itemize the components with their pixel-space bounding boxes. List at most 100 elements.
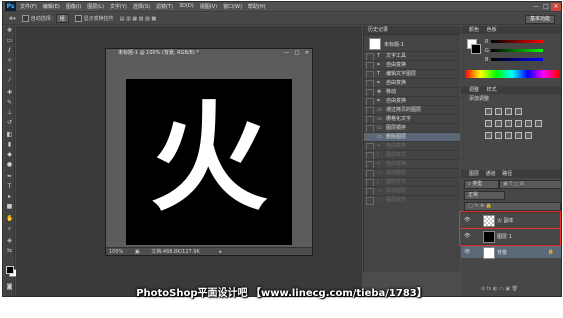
auto-select-label: 自动选择：	[30, 16, 56, 22]
levels-icon[interactable]	[495, 108, 502, 115]
doc-minimize-button[interactable]: —	[284, 50, 289, 56]
workspace-dropdown[interactable]: 基本功能	[524, 15, 555, 24]
maximize-button[interactable]: □	[541, 3, 551, 11]
brightness-icon[interactable]	[485, 108, 492, 115]
history-panel-tab[interactable]: 历史记录	[364, 26, 460, 35]
exposure-icon[interactable]	[515, 108, 522, 115]
eraser-tool-icon[interactable]: ◧	[6, 132, 13, 138]
marquee-tool-icon[interactable]: ▭	[6, 38, 13, 44]
hand-tool-icon[interactable]: ✋	[6, 216, 13, 222]
tab-layers[interactable]: 图层	[469, 171, 479, 177]
menu-item-edit[interactable]: 编辑(E)	[43, 3, 60, 10]
swap-colors-icon[interactable]: ⇆	[6, 248, 13, 254]
menu-item-file[interactable]: 文件(F)	[20, 3, 37, 10]
artwork-canvas[interactable]: 火	[126, 79, 292, 245]
color-balance-icon[interactable]	[505, 120, 512, 127]
color-background-swatch[interactable]	[471, 44, 481, 54]
green-slider[interactable]	[491, 49, 543, 52]
vibrance-icon[interactable]	[485, 120, 492, 127]
doc-maximize-button[interactable]: □	[294, 50, 299, 56]
gradient-map-icon[interactable]	[525, 132, 532, 139]
tab-paths[interactable]: 路径	[502, 171, 512, 177]
show-transform-option[interactable]: 显示变换控件	[74, 15, 114, 22]
menu-item-filter[interactable]: 滤镜(T)	[156, 3, 173, 10]
crop-tool-icon[interactable]: ⌗	[6, 68, 13, 74]
blue-slider[interactable]	[491, 58, 543, 61]
move-tool-icon[interactable]: ✥	[6, 28, 13, 34]
3d-tool-icon[interactable]: ◈	[6, 238, 13, 244]
auto-select-dropdown[interactable]: 组	[55, 14, 69, 23]
status-icon[interactable]: ▣	[135, 249, 140, 255]
curves-icon[interactable]	[505, 108, 512, 115]
threshold-icon[interactable]	[505, 132, 512, 139]
main-menu: 文件(F) 编辑(E) 图像(I) 图层(L) 文字(Y) 选择(S) 滤镜(T…	[20, 3, 272, 10]
layer-thumbnail	[483, 247, 495, 259]
invert-icon[interactable]	[485, 132, 492, 139]
layer-name[interactable]: 背景	[497, 249, 507, 256]
magic-wand-tool-icon[interactable]: ✧	[6, 58, 13, 64]
eyedropper-tool-icon[interactable]: ⟋	[6, 78, 13, 84]
menu-item-image[interactable]: 图像(I)	[66, 3, 81, 10]
menu-item-3d[interactable]: 3D(D)	[179, 3, 194, 10]
close-button[interactable]: ×	[551, 3, 561, 11]
red-slider[interactable]	[491, 40, 543, 43]
layers-panel-tabs: 图层 通道 路径	[461, 170, 561, 178]
align-icons[interactable]: ▤ ▥ ▦ ▧ ▨ ▩	[120, 16, 156, 22]
brush-tool-icon[interactable]: ✎	[6, 100, 13, 106]
show-transform-checkbox[interactable]	[74, 15, 82, 22]
foreground-color-swatch[interactable]	[6, 266, 14, 274]
shape-tool-icon[interactable]: ■	[6, 204, 13, 210]
lasso-tool-icon[interactable]: ℓ	[6, 48, 13, 54]
document-canvas-area[interactable]: 火	[106, 57, 312, 247]
minimize-button[interactable]: —	[531, 3, 541, 11]
healing-tool-icon[interactable]: ✚	[6, 90, 13, 96]
gradient-tool-icon[interactable]: ▮	[6, 142, 13, 148]
tab-color[interactable]: 颜色	[469, 27, 479, 33]
type-tool-icon[interactable]: T	[6, 184, 13, 190]
pen-tool-icon[interactable]: ✒	[6, 174, 13, 180]
lock-and-fill-row[interactable]: ▢ ✎ ✥ 🔒	[464, 202, 561, 211]
document-info: 文档:468.8K/127.9K	[151, 249, 200, 255]
selective-color-icon[interactable]	[515, 132, 522, 139]
zoom-level[interactable]: 100%	[109, 249, 123, 255]
dodge-tool-icon[interactable]: ●	[6, 162, 13, 168]
stamp-tool-icon[interactable]: ⊥	[6, 110, 13, 116]
menu-item-type[interactable]: 文字(Y)	[110, 3, 127, 10]
menu-item-layer[interactable]: 图层(L)	[87, 3, 104, 10]
eye-icon[interactable]: 👁	[464, 249, 470, 255]
blend-mode-dropdown[interactable]: 正常	[464, 191, 505, 200]
auto-select-checkbox[interactable]	[21, 15, 29, 22]
path-select-tool-icon[interactable]: ▸	[6, 194, 13, 200]
history-brush-tool-icon[interactable]: ↺	[6, 120, 13, 126]
auto-select-option[interactable]: 自动选择：	[21, 15, 56, 22]
tab-styles[interactable]: 样式	[487, 87, 497, 93]
blur-tool-icon[interactable]: ◆	[6, 152, 13, 158]
menu-item-window[interactable]: 窗口(W)	[223, 3, 242, 10]
channel-mixer-icon[interactable]	[535, 120, 542, 127]
history-step-undone[interactable]: ▭ 图层属性	[364, 195, 460, 205]
menu-item-view[interactable]: 视图(V)	[200, 3, 217, 10]
history-snapshot-thumbnail[interactable]	[369, 38, 381, 50]
photoshop-window: Ps 文件(F) 编辑(E) 图像(I) 图层(L) 文字(Y) 选择(S) 滤…	[2, 1, 562, 297]
black-white-icon[interactable]	[515, 120, 522, 127]
photoshop-logo: Ps	[5, 2, 16, 11]
color-spectrum-bar[interactable]	[465, 70, 559, 78]
doc-close-button[interactable]: ×	[305, 50, 309, 56]
menu-item-help[interactable]: 帮助(H)	[248, 3, 266, 10]
menu-item-select[interactable]: 选择(S)	[133, 3, 150, 10]
status-arrow-icon[interactable]: ▸	[219, 249, 222, 255]
tab-channels[interactable]: 通道	[486, 171, 496, 177]
layer-row-background[interactable]: 👁 背景 🔒	[461, 244, 561, 259]
show-transform-label: 显示变换控件	[83, 16, 114, 22]
document-title-bar[interactable]: 未标题-1 @ 100% (背景, RGB/8) * — □ ×	[106, 49, 312, 57]
history-snapshot-label[interactable]: 未标题-1	[384, 41, 404, 48]
tab-adjustments[interactable]: 调整	[469, 87, 479, 93]
zoom-tool-icon[interactable]: ⌕	[6, 226, 13, 232]
move-tool-icon[interactable]: ✥▾	[9, 16, 16, 22]
photo-filter-icon[interactable]	[525, 120, 532, 127]
tab-swatches[interactable]: 色板	[487, 27, 497, 33]
hue-saturation-icon[interactable]	[495, 120, 502, 127]
layer-kind-filter[interactable]: ⌕ 类型	[464, 180, 499, 189]
layer-filter-icons[interactable]: ▣ T ◻ ⊞	[499, 180, 561, 189]
posterize-icon[interactable]	[495, 132, 502, 139]
